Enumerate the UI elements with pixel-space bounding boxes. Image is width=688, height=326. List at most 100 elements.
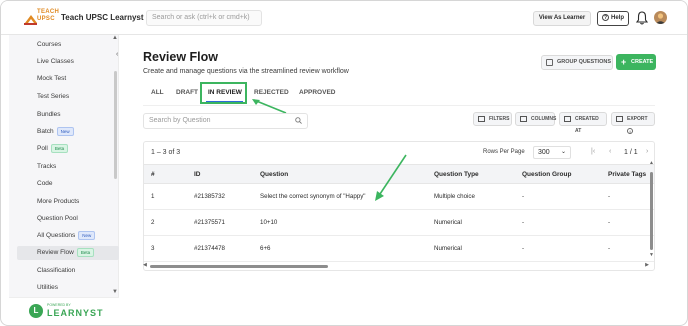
sidebar-item-test-series[interactable]: Test Series [37, 92, 69, 102]
main-content: Review Flow Create and manage questions … [120, 35, 687, 325]
sidebar: Courses Live Classes Mock Test Test Seri… [9, 35, 119, 325]
bell-icon[interactable] [636, 11, 648, 25]
user-avatar-icon [655, 13, 666, 24]
question-text: 6+6 [260, 245, 271, 252]
question-type: Numerical [434, 245, 462, 252]
scroll-up-icon[interactable]: ▲ [649, 160, 654, 166]
sidebar-item-live-classes[interactable]: Live Classes [37, 57, 74, 67]
plus-icon: + [621, 57, 627, 67]
columns-button[interactable]: COLUMNS [515, 112, 556, 126]
table-row[interactable]: 3 #21374478 6+6 Numerical - - [144, 236, 654, 262]
scroll-left-icon[interactable]: ◀ [143, 262, 147, 268]
sidebar-item-courses[interactable]: Courses [37, 40, 61, 50]
sidebar-item-utilities[interactable]: Utilities [37, 283, 58, 293]
table-row[interactable]: 2 #21375571 10+10 Numerical - - [144, 210, 654, 236]
calendar-icon [564, 116, 571, 122]
row-number: 2 [151, 219, 155, 226]
sidebar-item-all-questions[interactable]: All Questions New [37, 231, 96, 241]
question-text: 10+10 [260, 219, 278, 226]
scroll-down-icon[interactable]: ▼ [649, 252, 654, 258]
tab-all[interactable]: ALL [151, 87, 164, 99]
logo-text: TEACH UPSC [37, 9, 60, 22]
private-tags: - [608, 193, 611, 200]
prev-page-icon[interactable]: ‹ [609, 148, 611, 155]
powered-by-label: POWERED BY [47, 303, 71, 307]
sidebar-item-tracks[interactable]: Tracks [37, 162, 56, 172]
question-group: - [522, 193, 525, 200]
highlight-box-annotation [200, 82, 247, 104]
sidebar-item-poll[interactable]: Poll Beta [37, 144, 69, 154]
scroll-right-icon[interactable]: ▶ [645, 262, 649, 268]
tabs-divider [143, 105, 655, 106]
tab-draft[interactable]: DRAFT [176, 87, 198, 99]
column-header-question-group[interactable]: Question Group [522, 171, 571, 178]
tab-approved[interactable]: APPROVED [299, 87, 335, 99]
created-at-button[interactable]: CREATED AT [559, 112, 607, 134]
vertical-scroll-thumb[interactable] [650, 172, 653, 250]
question-type: Numerical [434, 219, 462, 226]
page-title: Review Flow [143, 50, 219, 64]
result-count: 1 – 3 of 3 [151, 149, 181, 156]
global-search-input[interactable]: Search or ask (ctrl+k or cmd+k) [146, 10, 262, 26]
question-id: #21375571 [194, 219, 225, 226]
sidebar-item-classification[interactable]: Classification [37, 266, 75, 276]
filters-button[interactable]: FILTERS [473, 112, 512, 126]
top-bar: TEACH UPSC Teach UPSC Learnyst Search or… [1, 1, 687, 35]
column-header-id[interactable]: ID [194, 171, 201, 178]
question-id: #21385732 [194, 193, 225, 200]
help-button[interactable]: ? Help [597, 11, 629, 26]
export-icon [616, 116, 623, 122]
create-button[interactable]: + CREATE [616, 54, 656, 70]
sidebar-item-batch[interactable]: Batch New [37, 127, 74, 137]
horizontal-scroll-thumb[interactable] [150, 265, 328, 268]
chevron-down-icon: ⌄ [560, 149, 566, 155]
question-group: - [522, 219, 525, 226]
avatar[interactable] [654, 11, 667, 24]
next-page-icon[interactable]: › [646, 148, 648, 155]
question-type: Multiple choice [434, 193, 475, 200]
private-tags: - [608, 245, 611, 252]
question-text: Select the correct synonym of "Happy" [260, 193, 366, 200]
beta-badge: Beta [76, 247, 95, 257]
table-horizontal-scrollbar[interactable]: ◀ ▶ [143, 262, 649, 269]
sidebar-item-more-products[interactable]: More Products [37, 197, 79, 207]
collapse-sidebar-icon[interactable]: ‹ [116, 51, 118, 58]
columns-icon [520, 116, 527, 122]
search-icon [295, 117, 302, 124]
column-header-number[interactable]: # [151, 171, 155, 178]
page-subtitle: Create and manage questions via the stre… [143, 68, 349, 75]
new-badge: New [56, 127, 74, 136]
rows-per-page-select[interactable]: 300 ⌄ [533, 146, 571, 159]
sidebar-scrollbar[interactable] [114, 71, 117, 179]
sidebar-scroll-down-icon[interactable]: ▼ [112, 289, 118, 295]
sidebar-item-code[interactable]: Code [37, 179, 53, 189]
filter-icon [478, 116, 485, 122]
group-questions-button[interactable]: GROUP QUESTIONS [541, 55, 613, 70]
learnyst-logo-icon: L [29, 304, 43, 318]
sidebar-scroll-up-icon[interactable]: ▲ [112, 35, 118, 41]
annotation-arrow-icon [375, 154, 407, 201]
rows-per-page-label: Rows Per Page [483, 149, 525, 155]
export-button[interactable]: EXPORT i [611, 112, 655, 134]
sidebar-item-bundles[interactable]: Bundles [37, 110, 61, 120]
row-number: 3 [151, 245, 155, 252]
sidebar-item-review-flow[interactable]: Review Flow Beta [17, 246, 119, 260]
table-vertical-scrollbar[interactable]: ▲ ▼ [649, 160, 654, 260]
column-header-private-tags[interactable]: Private Tags [608, 171, 646, 178]
question-id: #21374478 [194, 245, 225, 252]
beta-badge: Beta [50, 144, 69, 153]
column-header-question[interactable]: Question [260, 171, 288, 178]
learnyst-wordmark: LEARNYST [47, 308, 104, 318]
private-tags: - [608, 219, 611, 226]
row-number: 1 [151, 193, 155, 200]
sidebar-item-question-pool[interactable]: Question Pool [37, 214, 78, 224]
first-page-icon[interactable]: |‹ [591, 148, 595, 155]
view-as-learner-button[interactable]: View As Learner [533, 11, 591, 26]
group-icon [546, 59, 553, 66]
question-search-input[interactable]: Search by Question [143, 113, 308, 129]
powered-by-footer: L POWERED BY LEARNYST [9, 297, 119, 325]
brand-name: Teach UPSC Learnyst [61, 13, 144, 22]
sidebar-item-mock-test[interactable]: Mock Test [37, 74, 66, 84]
help-icon: ? [602, 13, 609, 21]
column-header-question-type[interactable]: Question Type [434, 171, 479, 178]
